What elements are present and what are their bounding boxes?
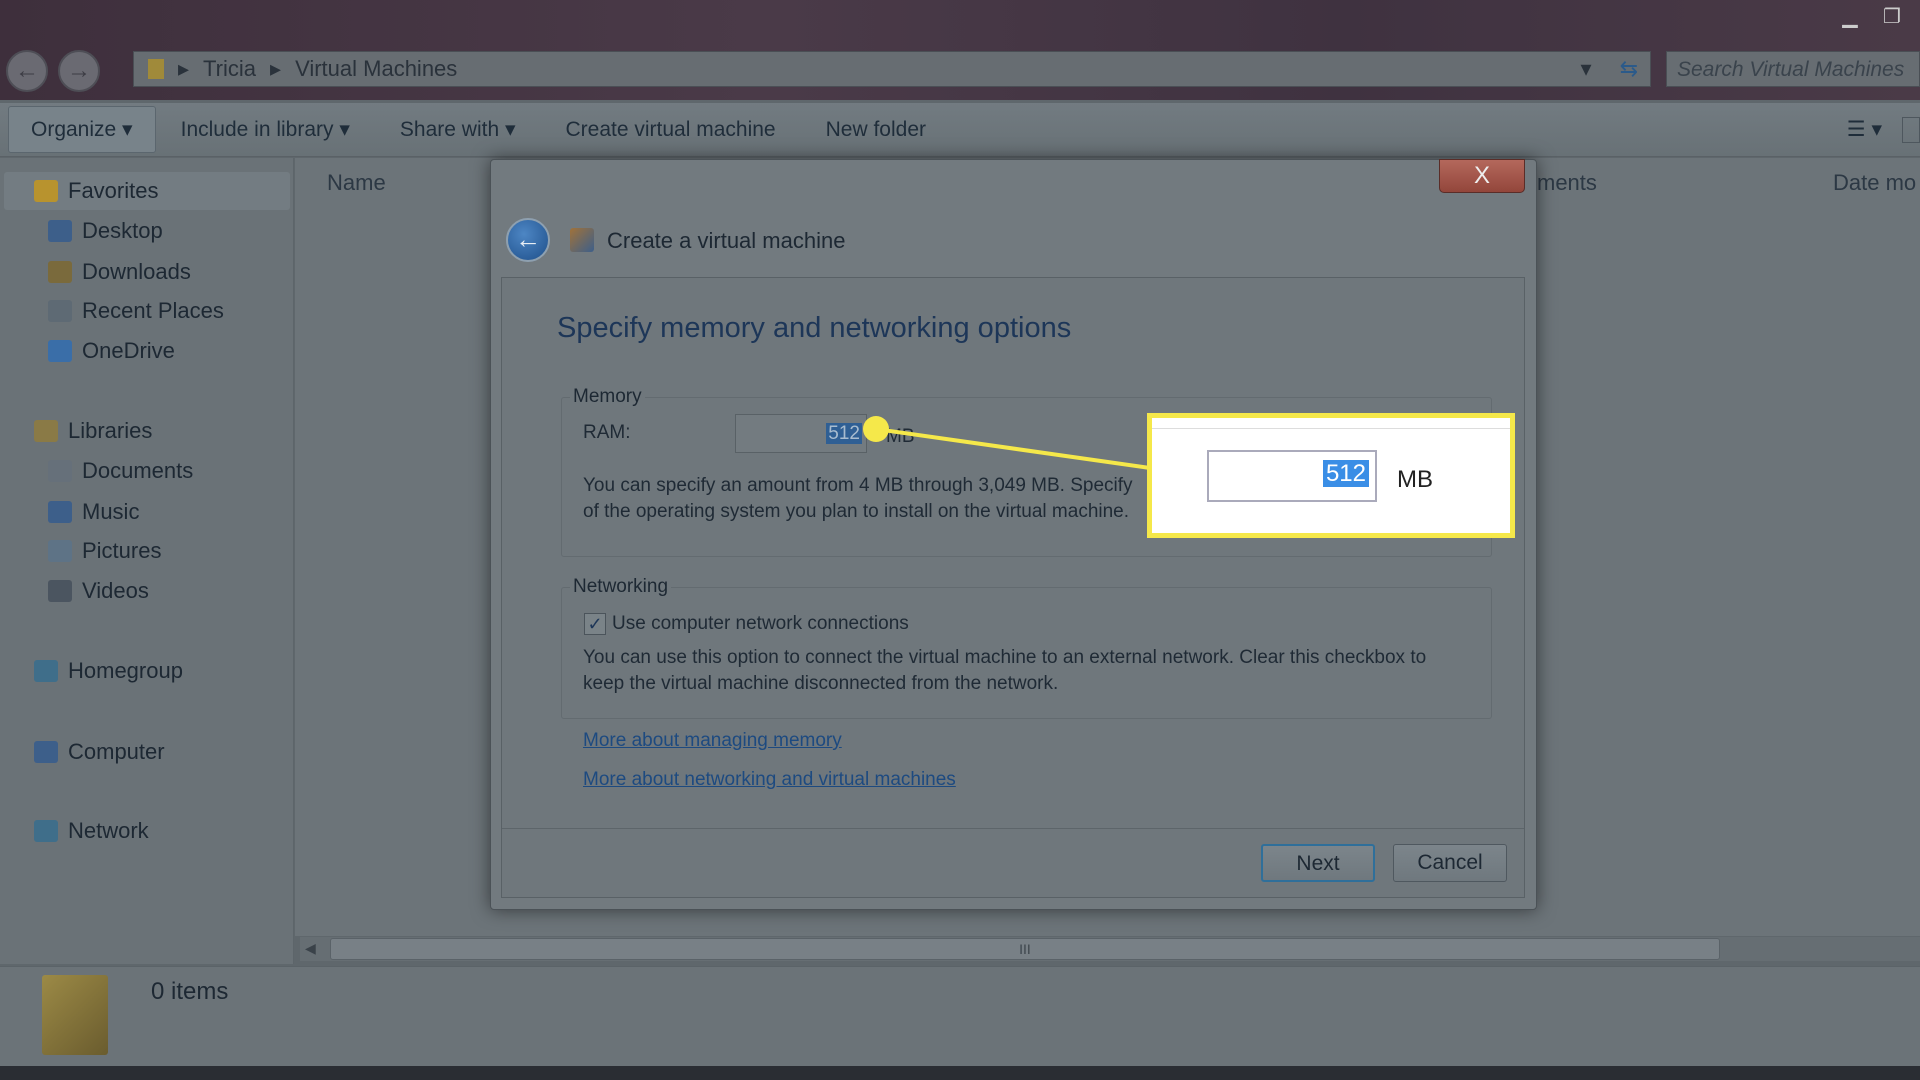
- callout-connector: [863, 416, 1151, 470]
- callout-ram-input: 512: [1207, 450, 1377, 502]
- callout-divider: [1152, 428, 1510, 429]
- callout-unit: MB: [1397, 466, 1433, 493]
- callout-dot: [863, 416, 889, 442]
- callout-line: [875, 427, 1151, 470]
- zoom-callout: 512 MB: [1147, 413, 1515, 538]
- callout-ram-value: 512: [1322, 460, 1369, 487]
